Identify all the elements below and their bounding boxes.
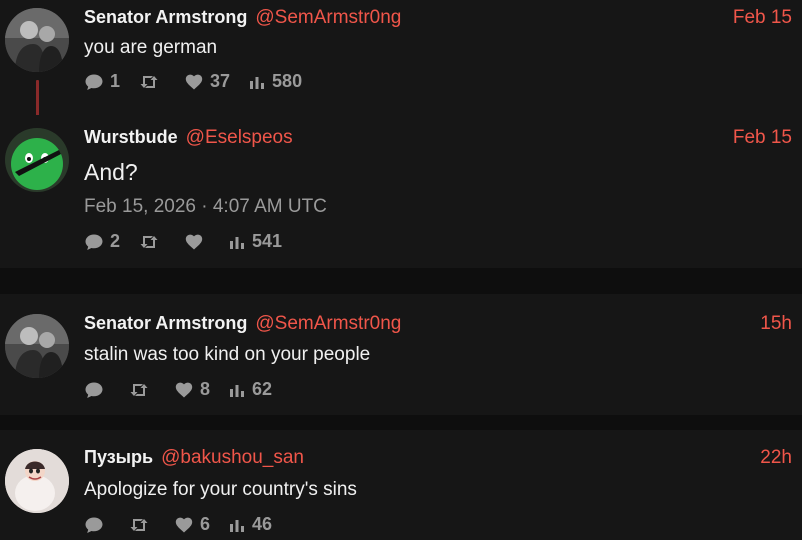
avatar-photo bbox=[5, 128, 69, 192]
avatar[interactable] bbox=[5, 8, 69, 72]
post-timestamp[interactable]: Feb 15, 2026 · 4:07 AM UTC bbox=[84, 196, 327, 218]
like-icon bbox=[174, 380, 194, 400]
views-count: 580 bbox=[272, 71, 303, 91]
post-text: And? bbox=[84, 159, 138, 185]
post-separator bbox=[0, 415, 802, 430]
post-text: you are german bbox=[84, 37, 218, 58]
like-button[interactable] bbox=[184, 232, 210, 252]
reply-icon bbox=[84, 72, 104, 92]
views-button[interactable]: 46 bbox=[228, 514, 272, 535]
reply-icon bbox=[84, 232, 104, 252]
post-date[interactable]: Feb 15 bbox=[733, 7, 792, 29]
post-date[interactable]: Feb 15 bbox=[733, 127, 792, 149]
post-4[interactable]: Пузырь @bakushou_san 22h Apologize for y… bbox=[0, 430, 802, 540]
post-date[interactable]: 22h bbox=[760, 447, 792, 469]
avatar[interactable] bbox=[5, 449, 69, 513]
reply-icon bbox=[84, 380, 104, 400]
repost-icon bbox=[128, 380, 150, 400]
reply-icon bbox=[84, 515, 104, 535]
reply-button[interactable] bbox=[84, 515, 110, 535]
views-icon bbox=[228, 516, 246, 534]
views-count: 46 bbox=[252, 514, 273, 534]
post-3[interactable]: Senator Armstrong @SemArmstr0ng 15h stal… bbox=[0, 294, 802, 415]
like-count: 6 bbox=[200, 514, 211, 534]
like-button[interactable]: 8 bbox=[174, 379, 210, 400]
author-name[interactable]: Senator Armstrong bbox=[84, 7, 247, 28]
views-button[interactable]: 62 bbox=[228, 379, 272, 400]
repost-button[interactable] bbox=[138, 72, 166, 92]
post-1[interactable]: Senator Armstrong @SemArmstr0ng Feb 15 y… bbox=[0, 0, 802, 116]
author-name[interactable]: Пузырь bbox=[84, 447, 153, 468]
reply-count: 2 bbox=[110, 231, 121, 251]
avatar-photo bbox=[5, 314, 69, 378]
views-count: 62 bbox=[252, 379, 273, 399]
avatar-photo bbox=[5, 8, 69, 72]
like-button[interactable]: 37 bbox=[184, 71, 230, 92]
thread-line bbox=[36, 80, 39, 116]
reply-button[interactable]: 2 bbox=[84, 231, 120, 252]
avatar-photo bbox=[5, 449, 69, 513]
like-count: 37 bbox=[210, 71, 231, 91]
views-icon bbox=[228, 381, 246, 399]
author-handle[interactable]: @bakushou_san bbox=[161, 447, 304, 469]
avatar[interactable] bbox=[5, 314, 69, 378]
like-button[interactable]: 6 bbox=[174, 514, 210, 535]
post-text: stalin was too kind on your people bbox=[84, 344, 371, 365]
repost-button[interactable] bbox=[128, 515, 156, 535]
repost-button[interactable] bbox=[128, 380, 156, 400]
reply-count: 1 bbox=[110, 71, 121, 91]
post-text: Apologize for your country's sins bbox=[84, 479, 357, 500]
repost-icon bbox=[138, 72, 160, 92]
views-button[interactable]: 541 bbox=[228, 231, 282, 252]
author-handle[interactable]: @Eselspeos bbox=[186, 127, 293, 149]
views-button[interactable]: 580 bbox=[248, 71, 302, 92]
reply-button[interactable]: 1 bbox=[84, 71, 120, 92]
author-name[interactable]: Senator Armstrong bbox=[84, 313, 247, 334]
like-count: 8 bbox=[200, 379, 211, 399]
author-handle[interactable]: @SemArmstr0ng bbox=[255, 7, 401, 29]
reply-button[interactable] bbox=[84, 380, 110, 400]
views-count: 541 bbox=[252, 231, 283, 251]
repost-icon bbox=[128, 515, 150, 535]
repost-button[interactable] bbox=[138, 232, 166, 252]
thread-separator bbox=[0, 268, 802, 294]
avatar[interactable] bbox=[5, 128, 69, 192]
like-icon bbox=[184, 72, 204, 92]
author-handle[interactable]: @SemArmstr0ng bbox=[255, 313, 401, 335]
post-date[interactable]: 15h bbox=[760, 313, 792, 335]
repost-icon bbox=[138, 232, 160, 252]
views-icon bbox=[228, 233, 246, 251]
like-icon bbox=[184, 232, 204, 252]
views-icon bbox=[248, 73, 266, 91]
like-icon bbox=[174, 515, 194, 535]
author-name[interactable]: Wurstbude bbox=[84, 127, 178, 148]
post-2[interactable]: Wurstbude @Eselspeos Feb 15 And? Feb 15,… bbox=[0, 115, 802, 268]
